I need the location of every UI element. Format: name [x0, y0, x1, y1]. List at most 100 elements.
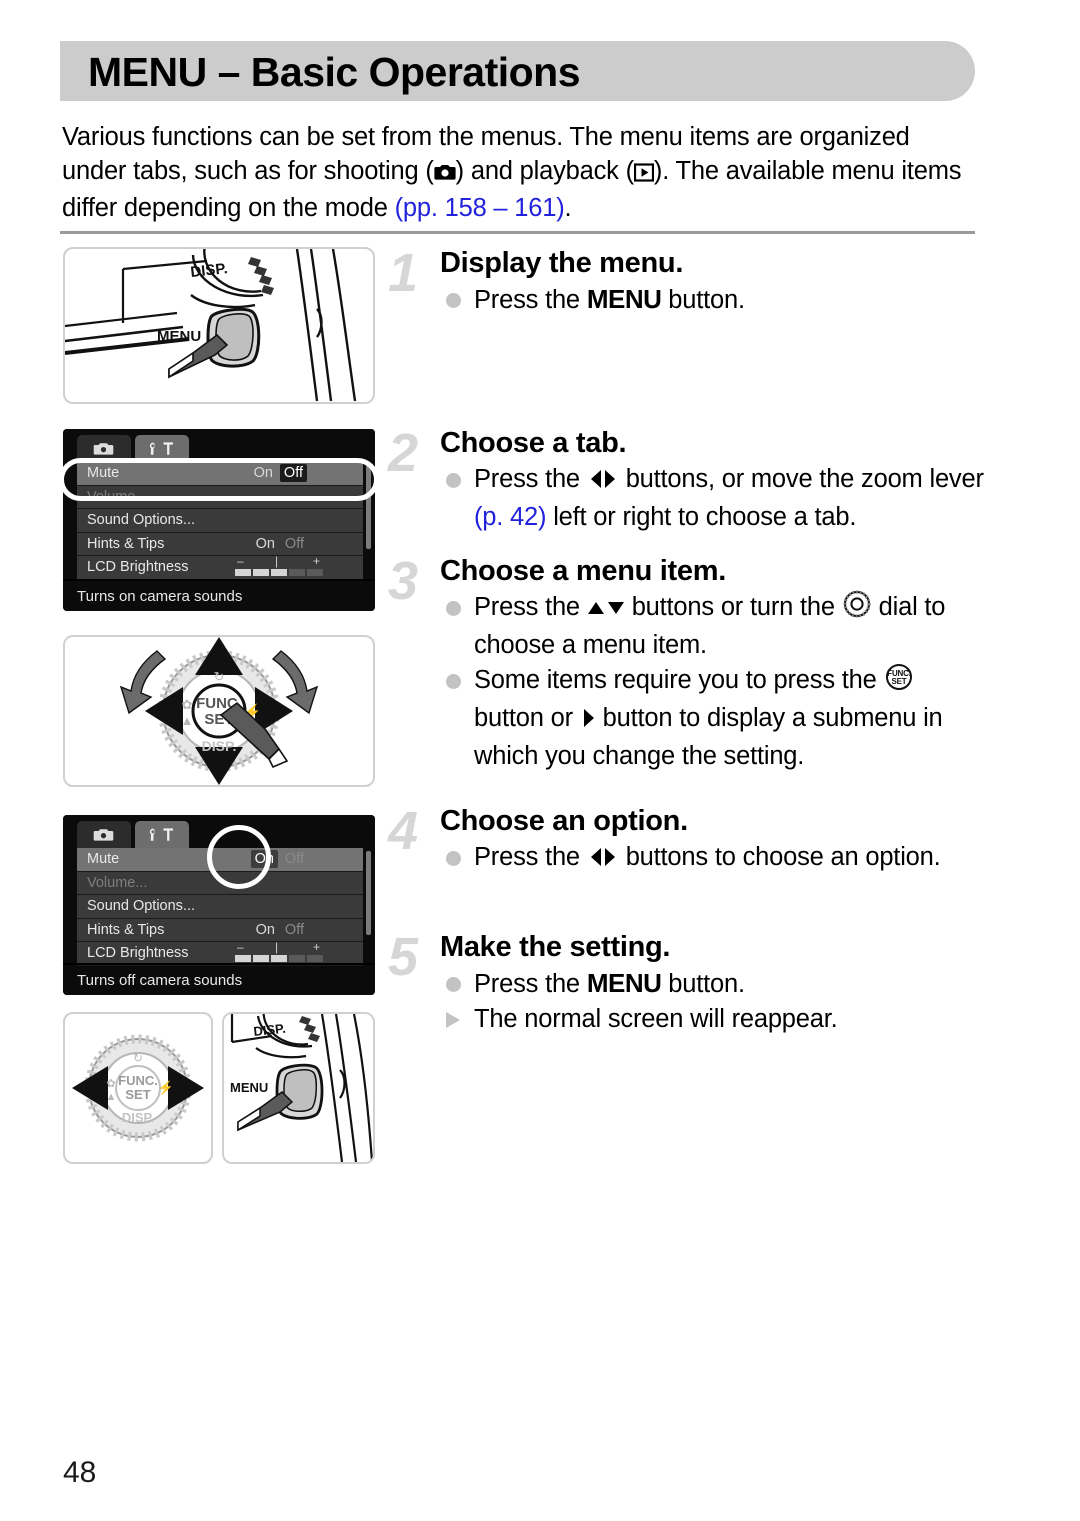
bullet-dot-icon [446, 601, 461, 616]
value-on[interactable]: On [251, 465, 276, 481]
menu-row-label: Volume... [87, 874, 148, 891]
control-dial-icon [842, 590, 872, 628]
macro-icon: ✿ [182, 697, 193, 712]
step-result: The normal screen will reappear. [444, 1002, 988, 1037]
step-bullet: Press the buttons, or move the zoom leve… [444, 462, 988, 535]
bullet-text-pre: Press the [474, 593, 587, 621]
playback-icon [633, 157, 655, 191]
lcd-scrollbar[interactable] [366, 851, 371, 935]
step-2: 2 Choose a tab. Press the buttons, or mo… [388, 424, 988, 558]
menu-row-sound-options[interactable]: Sound Options... [77, 509, 363, 533]
lcd-tab-bar [77, 435, 189, 462]
lcd-hint-divider [63, 963, 375, 965]
menu-row-hints-tips[interactable]: Hints & Tips On Off [77, 532, 363, 556]
tab-settings[interactable] [135, 435, 189, 462]
menu-row-lcd-brightness[interactable]: LCD Brightness – | + [77, 554, 363, 580]
bullet-text-pre: Press the [474, 843, 587, 871]
landscape-icon: ▲ [181, 713, 194, 728]
menu-row-values: On Off [253, 922, 307, 938]
menu-button-word: MENU [586, 284, 662, 314]
intro-line-2b: ) and playback ( [455, 157, 634, 185]
step-number: 2 [388, 423, 419, 483]
lcd-hint-divider [63, 579, 375, 581]
menu-row-mute[interactable]: Mute On Off [77, 848, 363, 872]
bullet-text-post2: left or right to choose a tab. [546, 503, 857, 531]
value-on[interactable]: On [253, 922, 278, 938]
bullet-dot-icon [446, 473, 461, 488]
tab-settings[interactable] [135, 821, 189, 848]
menu-row-sound-options[interactable]: Sound Options... [77, 895, 363, 919]
left-right-arrows-icon [587, 843, 619, 878]
slider-segment [271, 569, 287, 577]
bullet-text-post: buttons to choose an option. [618, 843, 941, 871]
brightness-slider[interactable]: – | + [235, 940, 323, 963]
value-off[interactable]: Off [282, 851, 307, 867]
value-on[interactable]: On [253, 536, 278, 552]
intro-line-2a: under tabs, such as for shooting ( [62, 157, 434, 185]
brightness-slider[interactable]: – | + [235, 554, 323, 577]
menu-row-label: LCD Brightness [87, 559, 189, 576]
step-bullet: Press the buttons to choose an option. [444, 840, 988, 878]
tab-shooting[interactable] [77, 821, 131, 848]
intro-paragraph: Various functions can be set from the me… [62, 120, 980, 225]
intro-line-1: Various functions can be set from the me… [62, 123, 910, 151]
slider-segment [307, 955, 323, 963]
step-3: 3 Choose a menu item. Press the buttons … [388, 552, 988, 788]
menu-row-mute[interactable]: Mute On Off [77, 462, 363, 486]
menu-row-label: Sound Options... [87, 512, 196, 529]
step-bullet: Press the MENU button. [444, 282, 988, 318]
value-off[interactable]: Off [282, 536, 307, 552]
bullet-dot-icon [446, 674, 461, 689]
left-right-arrows-icon [587, 465, 619, 500]
step-bullet: Some items require you to press the FUNC… [444, 663, 988, 774]
func-label: FUNC. [118, 1073, 158, 1088]
flash-icon: ⚡ [158, 1080, 174, 1096]
slider-tick: | [275, 940, 279, 955]
step-number: 3 [388, 551, 419, 611]
value-on-selected[interactable]: On [250, 850, 278, 869]
value-off[interactable]: Off [282, 922, 307, 938]
horizontal-divider [60, 231, 975, 234]
menu-row-label: Mute [87, 851, 120, 868]
value-off-selected[interactable]: Off [279, 464, 307, 483]
disp-label: DISP. [253, 1021, 287, 1039]
menu-row-values: On Off [253, 536, 307, 552]
step-heading: Choose a tab. [440, 427, 627, 459]
menu-row-hints-tips[interactable]: Hints & Tips On Off [77, 918, 363, 942]
bullet-text-post: buttons, or move the zoom lever [618, 465, 984, 493]
slider-segment [289, 569, 305, 577]
steps-list: 1 Display the menu. Press the MENU butto… [388, 244, 988, 1068]
up-down-arrows-icon [587, 593, 625, 628]
step-heading: Choose an option. [440, 805, 688, 837]
menu-label: MENU [230, 1080, 268, 1095]
lcd-scrollbar[interactable] [366, 465, 371, 549]
slider-segment [307, 569, 323, 577]
menu-row-volume[interactable]: Volume... [77, 485, 363, 509]
figure-camera-back-menu-press-2: DISP. MENU [222, 1012, 375, 1164]
result-text: The normal screen will reappear. [474, 1005, 838, 1033]
macro-icon: ✿ [106, 1078, 115, 1090]
menu-label: MENU [157, 328, 201, 345]
disp-label: DISP. [202, 738, 237, 754]
right-arrow-icon [580, 704, 596, 739]
slider-segment [235, 569, 251, 577]
page-reference-link[interactable]: (pp. 158 – 161) [395, 194, 565, 222]
menu-row-lcd-brightness[interactable]: LCD Brightness – | + [77, 940, 363, 966]
slider-segment [271, 955, 287, 963]
disp-label: DISP. [190, 260, 229, 281]
step-4: 4 Choose an option. Press the buttons to… [388, 802, 988, 934]
bullet-text-pre: Some items require you to press the [474, 666, 884, 694]
menu-row-volume[interactable]: Volume... [77, 871, 363, 895]
slider-minus: – [237, 554, 244, 569]
lcd-menu-rows: Mute On Off Volume... Sound Options... H… [77, 848, 363, 966]
tab-shooting[interactable] [77, 435, 131, 462]
slider-plus: + [313, 554, 321, 569]
bullet-text-post: button. [661, 970, 745, 998]
slider-tick: | [275, 554, 279, 569]
step-heading: Make the setting. [440, 931, 671, 963]
svg-text:SET: SET [891, 677, 906, 686]
bullet-text-pre: Press the [474, 286, 587, 314]
page-reference-link[interactable]: (p. 42) [474, 503, 547, 531]
intro-line-2c: ). The available [653, 157, 825, 185]
step-heading: Choose a menu item. [440, 555, 726, 587]
